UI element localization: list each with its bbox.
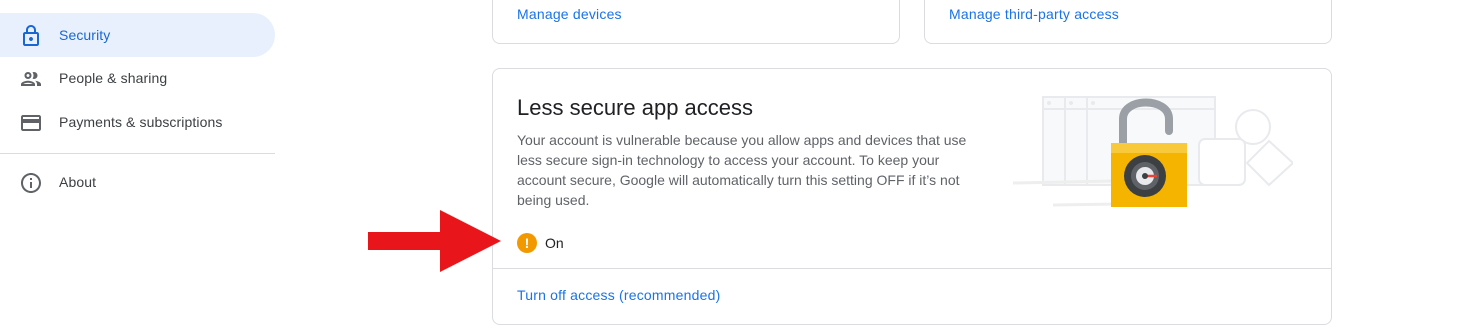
turn-off-access-link[interactable]: Turn off access (recommended) — [517, 287, 720, 303]
warning-icon: ! — [517, 233, 537, 253]
sidebar-item-about[interactable]: About — [0, 160, 275, 204]
third-party-card: Manage third-party access — [924, 0, 1332, 44]
lock-illustration — [1012, 96, 1293, 207]
people-icon — [21, 72, 41, 86]
devices-card: Manage devices — [492, 0, 900, 44]
sidebar-divider — [0, 153, 275, 154]
lock-icon — [23, 25, 39, 46]
status-row: ! On — [517, 233, 564, 253]
card-description: Your account is vulnerable because you a… — [517, 132, 967, 208]
card-divider — [493, 268, 1331, 269]
less-secure-app-access-card: Less secure app access Your account is v… — [492, 68, 1332, 325]
info-icon — [21, 173, 41, 193]
sidebar-item-label: People & sharing — [59, 70, 168, 86]
sidebar-item-security[interactable]: Security — [0, 13, 275, 57]
sidebar-item-payments-subscriptions[interactable]: Payments & subscriptions — [0, 100, 275, 144]
credit-card-icon — [21, 115, 41, 131]
sidebar-item-label: Security — [59, 27, 111, 43]
sidebar-item-label: Payments & subscriptions — [59, 114, 223, 130]
sidebar-item-label: About — [59, 174, 97, 190]
card-title: Less secure app access — [517, 95, 754, 120]
annotation-arrow-icon — [368, 210, 501, 272]
sidebar-item-people-sharing[interactable]: People & sharing — [0, 56, 275, 100]
manage-devices-link[interactable]: Manage devices — [517, 6, 622, 22]
manage-third-party-access-link[interactable]: Manage third-party access — [949, 6, 1119, 22]
sidebar: Security People & sharing Payments & sub… — [0, 0, 275, 336]
status-value: On — [545, 235, 564, 251]
